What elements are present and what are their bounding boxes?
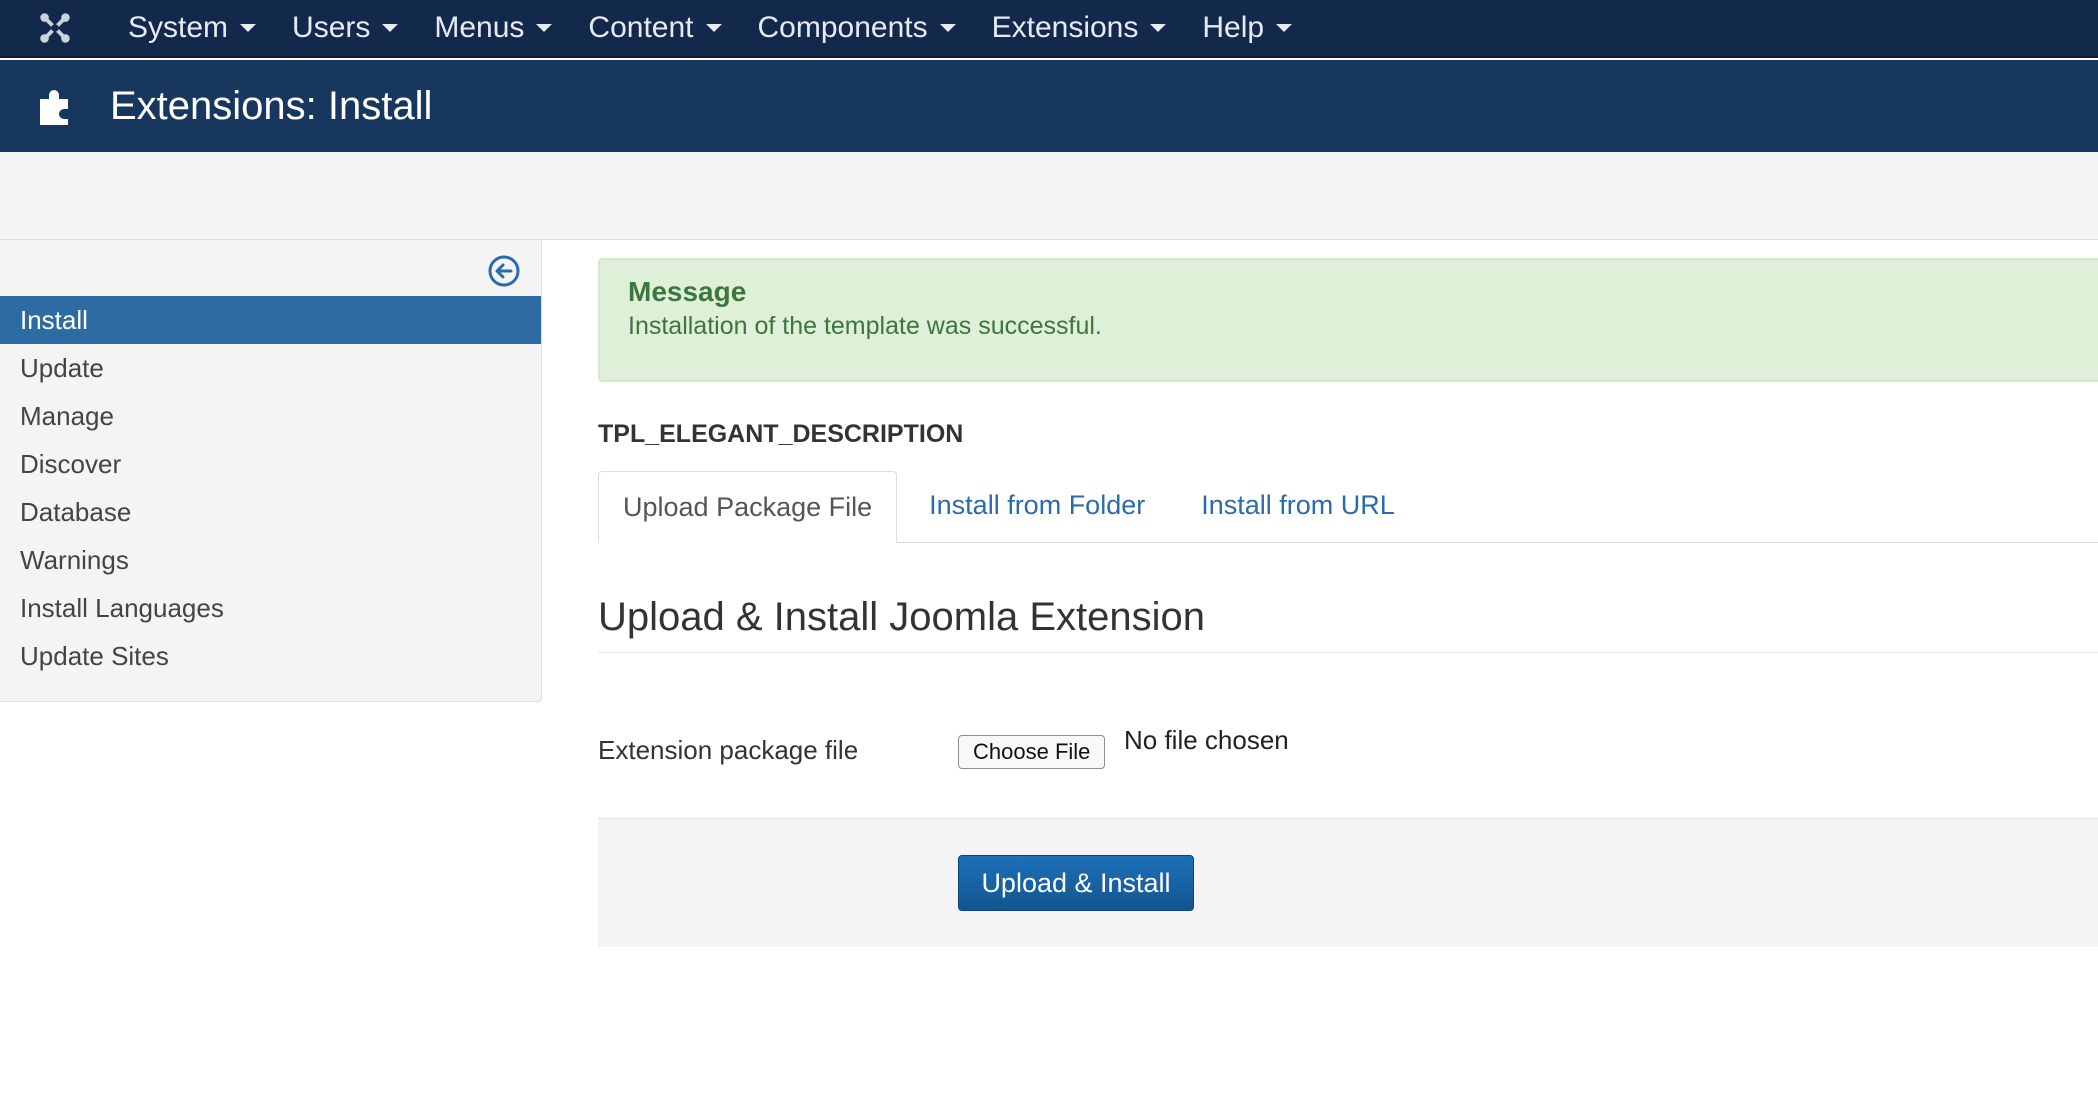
nav-menu-components[interactable]: Components: [740, 0, 974, 57]
nav-menu-users[interactable]: Users: [274, 0, 416, 57]
tab-install-from-url[interactable]: Install from URL: [1177, 470, 1419, 542]
nav-menu-system[interactable]: System: [110, 0, 274, 57]
main-content: Message Installation of the template was…: [598, 258, 2098, 947]
sidebar-item-update[interactable]: Update: [0, 344, 541, 392]
nav-menu-label: Components: [757, 11, 928, 44]
nav-menu-label: Extensions: [991, 11, 1139, 44]
page-title: Extensions: Install: [110, 83, 433, 128]
arrow-circle-left-icon[interactable]: [487, 254, 521, 288]
sidebar-item-update-sites[interactable]: Update Sites: [0, 632, 541, 680]
nav-menu-label: Content: [588, 11, 694, 44]
nav-menu-extensions[interactable]: Extensions: [974, 0, 1185, 57]
success-alert: Message Installation of the template was…: [598, 258, 2098, 382]
sidebar-item-discover[interactable]: Discover: [0, 440, 541, 488]
tab-install-from-folder[interactable]: Install from Folder: [905, 470, 1169, 542]
sidebar-menu: Install Update Manage Discover Database …: [0, 296, 541, 680]
template-description: TPL_ELEGANT_DESCRIPTION: [598, 420, 964, 448]
nav-menu-label: Menus: [434, 11, 525, 44]
page-header: Extensions: Install: [0, 60, 2098, 152]
nav-menu-label: Help: [1202, 11, 1265, 44]
caret-down-icon: [705, 24, 722, 32]
file-status-text: No file chosen: [1124, 725, 1289, 755]
toolbar: [0, 152, 2098, 240]
tab-upload-package-file[interactable]: Upload Package File: [598, 471, 898, 543]
caret-down-icon: [939, 24, 956, 32]
nav-menu-content[interactable]: Content: [570, 0, 739, 57]
choose-file-button[interactable]: Choose File: [958, 735, 1106, 769]
puzzle-icon: [0, 83, 110, 129]
alert-message: Installation of the template was success…: [628, 312, 1102, 340]
form-legend: Upload & Install Joomla Extension: [598, 595, 2098, 653]
caret-down-icon: [1276, 24, 1293, 32]
nav-menu-menus[interactable]: Menus: [416, 0, 570, 57]
sidebar-item-install[interactable]: Install: [0, 296, 541, 344]
caret-down-icon: [382, 24, 399, 32]
install-tabs: Upload Package File Install from Folder …: [598, 471, 2098, 543]
sidebar-item-install-languages[interactable]: Install Languages: [0, 584, 541, 632]
upload-install-button[interactable]: Upload & Install: [958, 855, 1194, 911]
alert-heading: Message: [628, 276, 747, 307]
form-actions: Upload & Install: [598, 819, 2098, 947]
sidebar-item-database[interactable]: Database: [0, 488, 541, 536]
joomla-logo-icon[interactable]: [0, 0, 110, 57]
caret-down-icon: [240, 24, 257, 32]
sidebar-item-manage[interactable]: Manage: [0, 392, 541, 440]
nav-menu-help[interactable]: Help: [1184, 0, 1310, 57]
sidebar: Install Update Manage Discover Database …: [0, 240, 542, 702]
sidebar-item-warnings[interactable]: Warnings: [0, 536, 541, 584]
nav-menu-label: Users: [292, 11, 371, 44]
extension-package-label: Extension package file: [598, 735, 859, 765]
top-navbar: System Users Menus Content Components Ex…: [0, 0, 2098, 58]
file-field-row: Extension package file Choose File No fi…: [598, 653, 2098, 819]
caret-down-icon: [536, 24, 553, 32]
nav-menu-label: System: [128, 11, 229, 44]
caret-down-icon: [1150, 24, 1167, 32]
